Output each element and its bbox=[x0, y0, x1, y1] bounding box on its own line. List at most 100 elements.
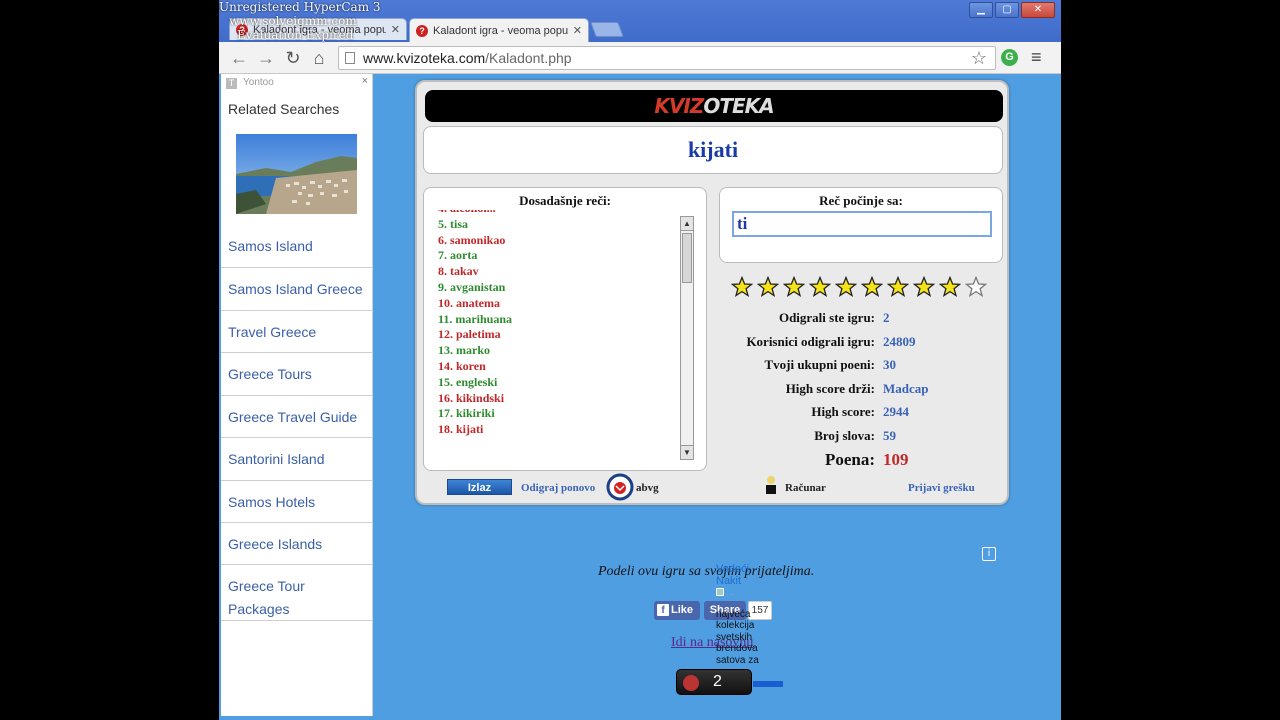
stat-row: Tvoji ukupni poeni: 30 bbox=[764, 357, 896, 373]
previous-word: 9. avganistan bbox=[438, 279, 506, 294]
sidebar-link-greece-tours[interactable]: Greece Tours bbox=[221, 353, 372, 396]
previous-word: 4. alcohol... bbox=[438, 210, 678, 217]
ad-info-icon[interactable]: i bbox=[982, 547, 996, 561]
game-footer: Izlaz Odigraj ponovo abvg Računar Prijav… bbox=[425, 473, 1003, 503]
minimize-button[interactable]: ▁ bbox=[969, 2, 993, 18]
counter-widget[interactable]: 2 bbox=[676, 669, 752, 695]
previous-word: 12. paletima bbox=[438, 327, 501, 342]
abvg-icon[interactable] bbox=[606, 473, 634, 501]
extension-icon[interactable]: G bbox=[1001, 49, 1018, 66]
sidebar-link-greece-travel-guide[interactable]: Greece Travel Guide bbox=[221, 396, 372, 438]
previous-word: 14. koren bbox=[438, 358, 486, 373]
address-bar[interactable]: www.kvizoteka.com/Kaladont.php ☆ bbox=[338, 46, 996, 70]
star-filled-icon[interactable] bbox=[887, 276, 909, 298]
recorder-watermark: Unregistered HyperCam 3 www.solveigmm.co… bbox=[219, 0, 381, 42]
abvg-label[interactable]: abvg bbox=[636, 482, 659, 494]
scroll-thumb[interactable] bbox=[682, 233, 692, 283]
computer-icon[interactable] bbox=[763, 473, 779, 495]
counter-bar bbox=[753, 681, 783, 687]
stat-row: High score drži: Madcap bbox=[719, 377, 1003, 401]
points-row: Poena: 109 bbox=[719, 448, 1003, 472]
home-icon[interactable]: ⌂ bbox=[309, 48, 329, 68]
previous-word: 17. kikiriki bbox=[438, 406, 495, 421]
ad-image-icon bbox=[716, 588, 724, 596]
star-filled-icon[interactable] bbox=[913, 276, 935, 298]
starts-with-title: Reč počinje sa: bbox=[819, 193, 903, 208]
stat-row: High score: 2944 bbox=[811, 404, 909, 420]
sidebar-link-santorini-island[interactable]: Santorini Island bbox=[221, 438, 372, 481]
starts-with-box: Reč počinje sa: ti bbox=[719, 187, 1003, 263]
window-controls: ▁ ▢ ✕ bbox=[969, 2, 1055, 18]
tab-close-icon[interactable]: ✕ bbox=[391, 23, 400, 36]
star-filled-icon[interactable] bbox=[731, 276, 753, 298]
game-stats: Odigrali ste igru: 2 Korisnici odigrali i… bbox=[719, 306, 1003, 471]
previous-words-title: Dosadašnje reči: bbox=[519, 193, 611, 208]
star-filled-icon[interactable] bbox=[939, 276, 961, 298]
favicon-icon: ? bbox=[416, 24, 428, 37]
site-logo-bar[interactable]: KVIZOTEKA bbox=[425, 90, 1003, 122]
exit-button[interactable]: Izlaz bbox=[447, 479, 512, 495]
back-icon[interactable]: ← bbox=[229, 48, 249, 68]
scroll-down-icon[interactable]: ▼ bbox=[681, 445, 693, 459]
previous-word: 5. tisa bbox=[438, 216, 468, 231]
high-score-holder-link[interactable]: Madcap bbox=[883, 377, 929, 401]
star-filled-icon[interactable] bbox=[835, 276, 857, 298]
ad-overlay[interactable]: Vodeći Nakit ... najveća kolekcija svets… bbox=[716, 563, 786, 666]
current-word: kijati bbox=[423, 126, 1003, 174]
previous-words-list: 4. alcohol...5. tisa6. samonikao7. aorta… bbox=[438, 210, 678, 464]
previous-word: 16. kikindski bbox=[438, 390, 505, 405]
star-filled-icon[interactable] bbox=[809, 276, 831, 298]
page-content: T Yontoo × Related Searches Samos Island… bbox=[219, 74, 1061, 720]
star-filled-icon[interactable] bbox=[783, 276, 805, 298]
browser-window: ? Kaladont igra - veoma popula ✕ ? Kalad… bbox=[219, 0, 1061, 720]
reload-icon[interactable]: ↻ bbox=[283, 48, 303, 68]
previous-word: 6. samonikao bbox=[438, 232, 506, 247]
counter-icon bbox=[683, 675, 699, 691]
counter-value: 2 bbox=[713, 673, 722, 690]
related-searches-sidebar: T Yontoo × Related Searches Samos Island… bbox=[221, 74, 373, 716]
new-tab-button[interactable] bbox=[590, 22, 624, 37]
star-filled-icon[interactable] bbox=[757, 276, 779, 298]
words-scrollbar[interactable]: ▲ ▼ bbox=[680, 216, 694, 460]
menu-icon[interactable]: ≡ bbox=[1031, 47, 1042, 67]
sidebar-brand: T Yontoo × bbox=[221, 74, 372, 92]
previous-word: 8. takav bbox=[438, 264, 479, 279]
previous-word: 11. marihuana bbox=[438, 311, 513, 326]
previous-words-box: Dosadašnje reči: 4. alcohol...5. tisa6. … bbox=[423, 187, 707, 471]
star-rating[interactable] bbox=[731, 276, 987, 298]
sidebar-close-icon[interactable]: × bbox=[362, 75, 368, 87]
word-input[interactable]: ti bbox=[732, 211, 992, 237]
sidebar-link-greece-islands[interactable]: Greece Islands bbox=[221, 523, 372, 565]
sidebar-heading: Related Searches bbox=[228, 101, 340, 117]
previous-word: 15. engleski bbox=[438, 374, 498, 389]
restore-button[interactable]: ▢ bbox=[995, 2, 1019, 18]
sidebar-link-samos-hotels[interactable]: Samos Hotels bbox=[221, 481, 372, 523]
stat-row: Korisnici odigrali igru: 24809 bbox=[746, 333, 916, 349]
play-again-link[interactable]: Odigraj ponovo bbox=[521, 482, 595, 494]
points-value: 109 bbox=[883, 449, 909, 469]
tab-2[interactable]: ? Kaladont igra - veoma popula ✕ bbox=[409, 18, 589, 42]
bookmark-star-icon[interactable]: ☆ bbox=[971, 48, 987, 68]
forward-icon[interactable]: → bbox=[256, 48, 276, 68]
stat-row: Odigrali ste igru: 2 bbox=[778, 310, 890, 325]
computer-label[interactable]: Računar bbox=[785, 482, 826, 494]
star-empty-icon[interactable] bbox=[965, 276, 987, 298]
kvizoteka-logo: KVIZOTEKA bbox=[654, 94, 774, 118]
report-error-link[interactable]: Prijavi grešku bbox=[908, 482, 975, 494]
sidebar-link-greece-tour-packages[interactable]: Greece Tour Packages bbox=[221, 565, 321, 631]
sidebar-ad-image[interactable]: ⓘ bbox=[236, 134, 357, 214]
sidebar-link-travel-greece[interactable]: Travel Greece bbox=[221, 311, 372, 353]
browser-toolbar: ← → ↻ ⌂ www.kvizoteka.com/Kaladont.php ☆… bbox=[219, 42, 1061, 74]
page-icon bbox=[345, 52, 355, 64]
stat-row: Broj slova: 59 bbox=[814, 427, 896, 443]
previous-word: 10. anatema bbox=[438, 295, 500, 310]
close-window-button[interactable]: ✕ bbox=[1021, 2, 1055, 18]
sidebar-link-samos-island[interactable]: Samos Island bbox=[221, 226, 372, 268]
kaladont-game-panel: KVIZOTEKA kijati Dosadašnje reči: 4. alc… bbox=[415, 80, 1009, 505]
brand-logo-icon: T bbox=[226, 78, 237, 89]
tab-close-icon[interactable]: ✕ bbox=[573, 24, 582, 37]
star-filled-icon[interactable] bbox=[861, 276, 883, 298]
sidebar-link-samos-island-greece[interactable]: Samos Island Greece bbox=[221, 268, 372, 311]
scroll-up-icon[interactable]: ▲ bbox=[681, 217, 693, 231]
facebook-like-button[interactable]: f Like bbox=[654, 601, 700, 620]
